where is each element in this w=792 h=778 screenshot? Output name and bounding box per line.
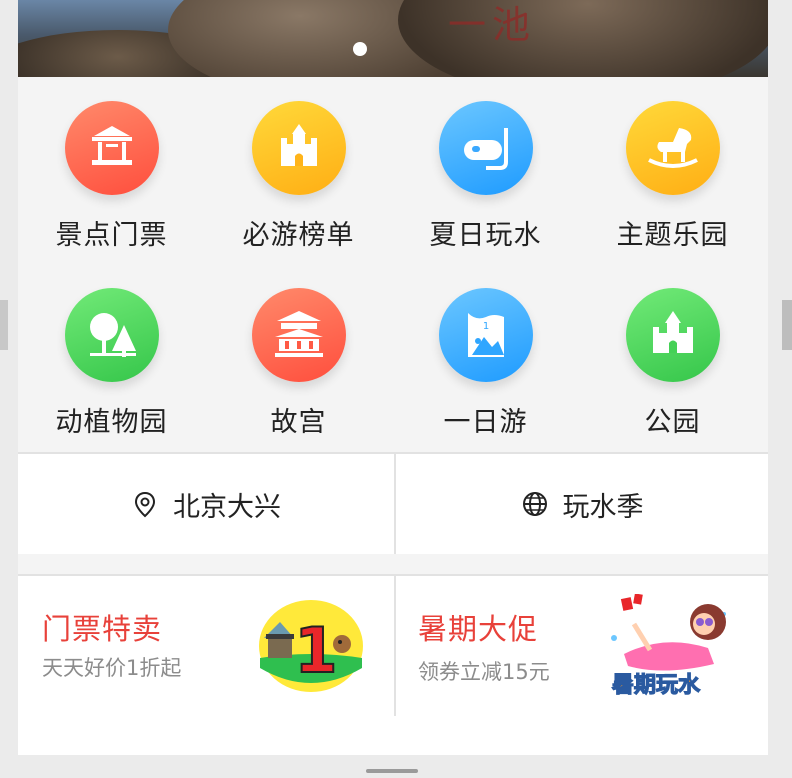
category-theme-park[interactable]: 主题乐园 <box>579 77 766 264</box>
category-must-visit[interactable]: 必游榜单 <box>205 77 392 264</box>
location-label: 北京大兴 <box>173 491 281 523</box>
pavilion-icon <box>65 101 159 195</box>
category-zoo-botanical[interactable]: 动植物园 <box>18 264 205 451</box>
flag-mountain-icon: 1 <box>439 288 533 382</box>
summer-water-illustration: 暑期玩水 <box>611 594 726 699</box>
promo-badge-number: 1 <box>294 614 337 687</box>
promo-summer-sale[interactable]: 暑期大促 领券立减15元 暑期玩水 <box>396 576 768 716</box>
location-pin-icon <box>134 491 156 518</box>
category-label: 必游榜单 <box>242 220 355 251</box>
promo-title: 暑期大促 <box>418 612 539 646</box>
location-row: 北京大兴 玩水季 <box>18 452 768 554</box>
castle-icon <box>252 101 346 195</box>
category-label: 公园 <box>644 407 701 438</box>
carousel-dot[interactable] <box>353 42 367 56</box>
palace-icon <box>252 288 346 382</box>
diving-mask-icon <box>439 101 533 195</box>
category-label: 夏日玩水 <box>429 220 542 251</box>
category-label: 主题乐园 <box>616 220 729 251</box>
category-label: 一日游 <box>443 407 528 438</box>
svg-text:1: 1 <box>483 321 489 332</box>
promo-badge-text: 暑期玩水 <box>612 673 701 698</box>
top-banner[interactable]: 一池 <box>18 0 768 77</box>
banner-carved-text: 一池 <box>448 3 537 47</box>
category-park[interactable]: 公园 <box>579 264 766 451</box>
promo-subtitle: 领券立减15元 <box>418 660 550 684</box>
category-forbidden-city[interactable]: 故宫 <box>205 264 392 451</box>
category-label: 动植物园 <box>55 407 168 438</box>
promo-subtitle: 天天好价1折起 <box>42 656 182 680</box>
park-castle-icon <box>626 288 720 382</box>
ticket-sale-illustration: 1 <box>259 600 363 692</box>
right-edge-handle <box>782 300 792 350</box>
water-season-button[interactable]: 玩水季 <box>396 454 768 554</box>
category-summer-water[interactable]: 夏日玩水 <box>392 77 579 264</box>
system-bottom-bar <box>0 755 792 778</box>
section-gap <box>18 554 768 574</box>
category-scenic-tickets[interactable]: 景点门票 <box>18 77 205 264</box>
location-button[interactable]: 北京大兴 <box>18 454 396 554</box>
category-label: 故宫 <box>270 407 327 438</box>
category-day-trip[interactable]: 1 一日游 <box>392 264 579 451</box>
promo-title: 门票特卖 <box>42 612 163 646</box>
trees-icon <box>65 288 159 382</box>
category-label: 景点门票 <box>55 220 168 251</box>
promo-ticket-sale[interactable]: 门票特卖 天天好价1折起 1 <box>18 576 396 716</box>
home-indicator[interactable] <box>366 769 418 773</box>
app-screen: 一池 景点门票 必游榜单 夏日玩水 主题乐园 动植物园 故宫 1 一日游 公园 … <box>18 0 768 755</box>
rocking-horse-icon <box>626 101 720 195</box>
globe-icon <box>522 492 547 516</box>
category-grid: 景点门票 必游榜单 夏日玩水 主题乐园 动植物园 故宫 1 一日游 公园 <box>18 77 768 452</box>
promo-section: 门票特卖 天天好价1折起 1 暑期大促 领券立减15元 暑期玩水 <box>18 574 768 755</box>
water-season-label: 玩水季 <box>562 491 644 523</box>
device-frame: 一池 景点门票 必游榜单 夏日玩水 主题乐园 动植物园 故宫 1 一日游 公园 … <box>0 0 792 778</box>
left-edge-handle <box>0 300 8 350</box>
